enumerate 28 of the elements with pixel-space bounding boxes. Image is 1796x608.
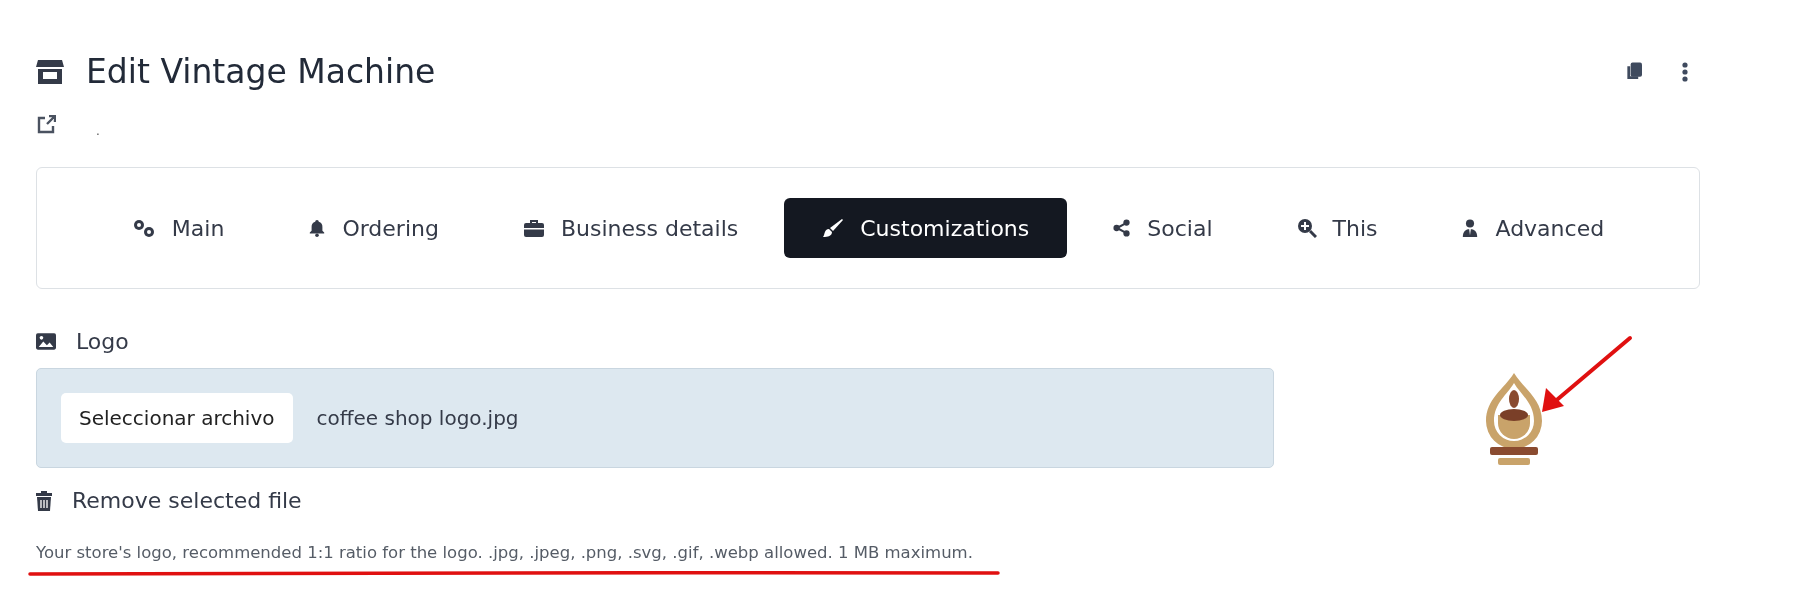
tab[interactable]: Ordering (270, 198, 477, 258)
store-icon (36, 59, 64, 84)
external-link-icon[interactable] (36, 115, 56, 135)
more-menu-icon[interactable] (1682, 61, 1688, 82)
share-icon (1113, 218, 1132, 238)
page-title: Edit Vintage Machine (86, 52, 436, 91)
file-input[interactable]: Seleccionar archivo coffee shop logo.jpg (36, 368, 1274, 468)
gears-icon (131, 218, 156, 238)
tab[interactable]: Business details (484, 198, 777, 258)
choose-file-button[interactable]: Seleccionar archivo (61, 393, 293, 443)
tab[interactable]: Customizations (784, 198, 1068, 258)
remove-file-link[interactable]: Remove selected file (72, 488, 302, 513)
zoom-in-icon (1296, 218, 1317, 238)
image-icon (36, 333, 56, 350)
tab[interactable]: Social (1075, 198, 1251, 258)
tab[interactable]: Advanced (1423, 198, 1643, 258)
field-label: Logo (76, 329, 129, 354)
file-name: coffee shop logo.jpg (316, 406, 519, 430)
tab[interactable]: Main (93, 198, 263, 258)
briefcase-icon (522, 218, 545, 238)
brush-icon (822, 218, 845, 238)
tab[interactable]: This (1258, 198, 1416, 258)
trash-icon[interactable] (36, 490, 52, 511)
store-link[interactable]: . (96, 124, 100, 138)
copy-icon[interactable] (1625, 61, 1642, 82)
bell-icon (308, 218, 327, 238)
help-text: Your store's logo, recommended 1:1 ratio for the logo. .jpg, .jpeg, .png, .svg, .gif, .webp allowed. 1 MB maximum. (36, 543, 973, 562)
user-icon (1461, 218, 1480, 238)
